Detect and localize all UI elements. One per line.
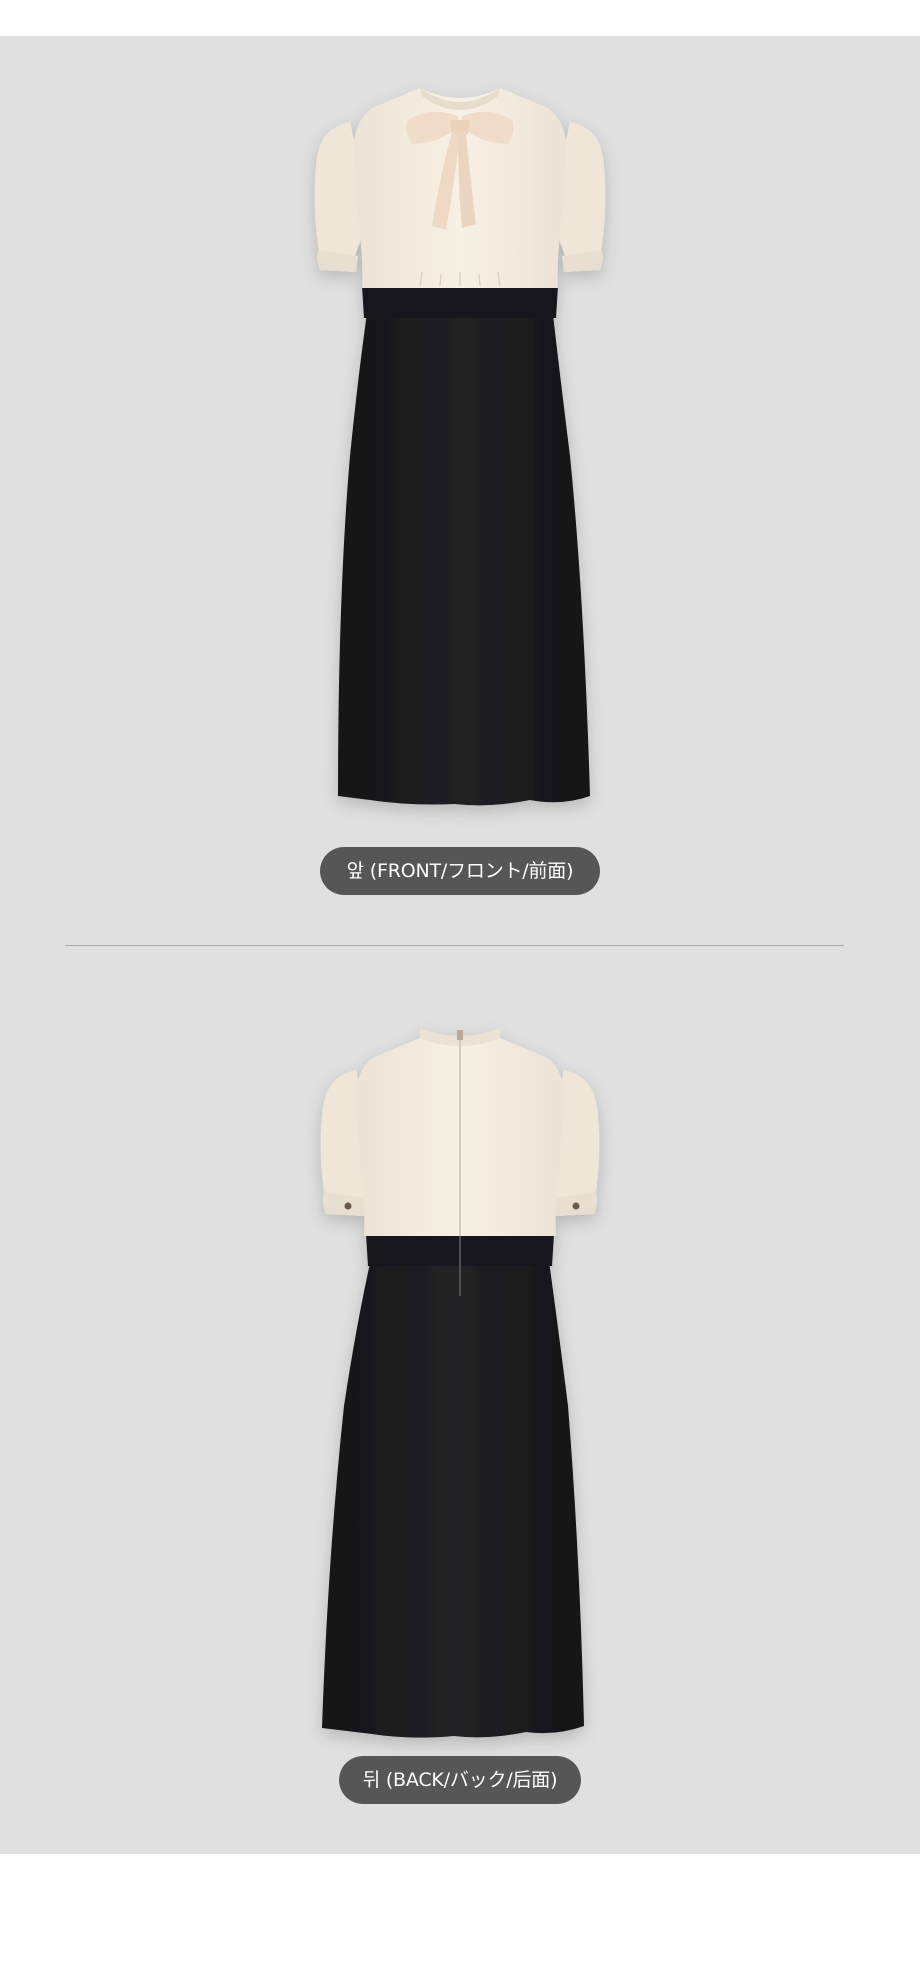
front-view-label: 앞 (FRONT/フロント/前面) [320,847,600,895]
dress-front-image [0,36,920,856]
product-detail-panel: 앞 (FRONT/フロント/前面) 뒤 (BACK/バック/后面) [0,36,920,1854]
dress-back-image [0,996,920,1776]
section-divider [65,945,844,946]
back-view-label: 뒤 (BACK/バック/后面) [339,1756,581,1804]
